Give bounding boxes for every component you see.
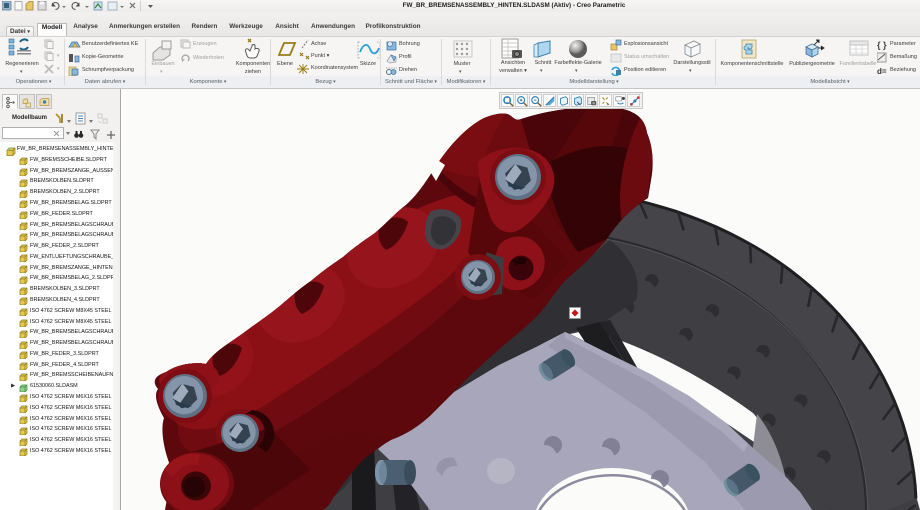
svg-text:{ }: { } xyxy=(877,40,887,50)
svg-text:d=: d= xyxy=(877,67,887,76)
